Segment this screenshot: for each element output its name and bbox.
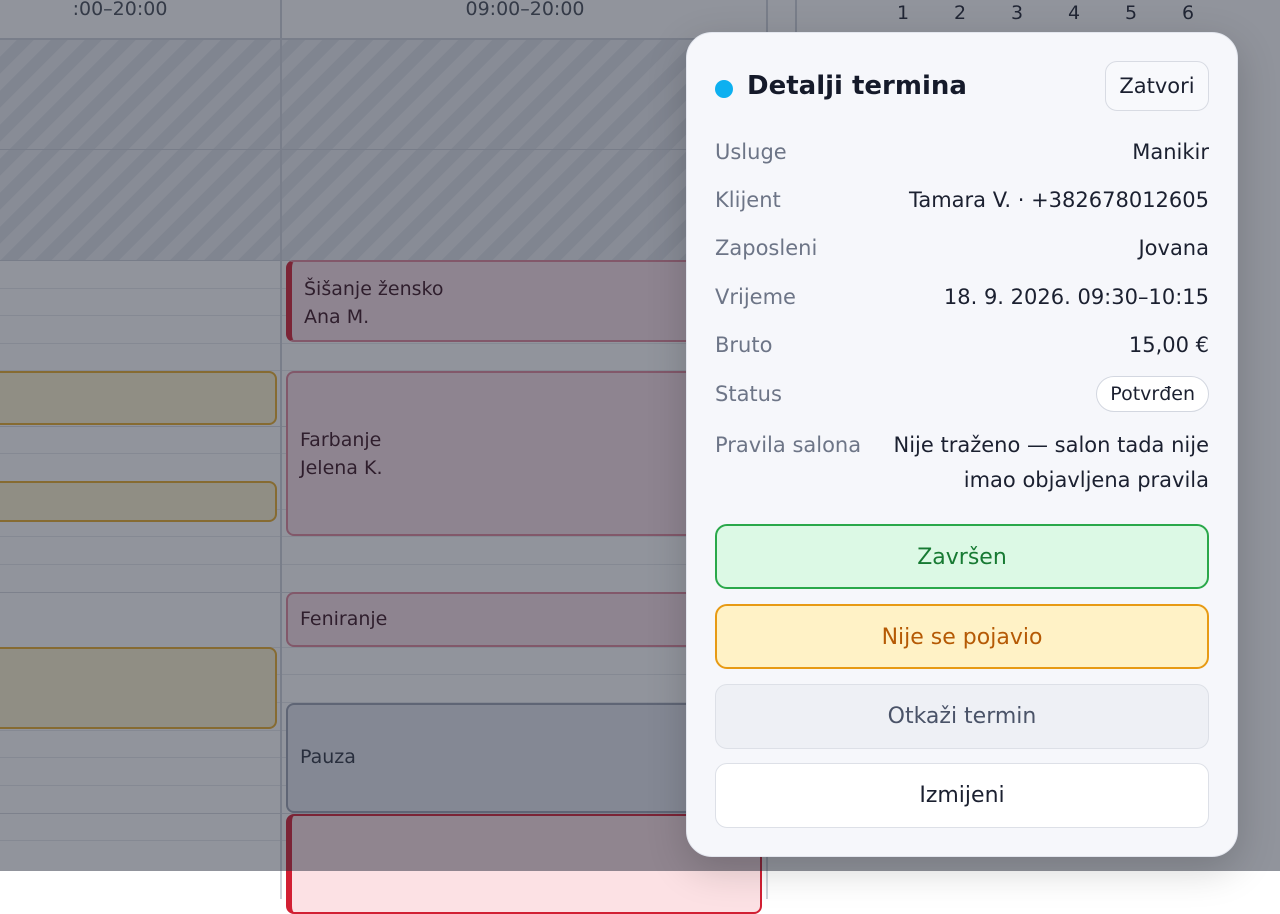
detail-row-rules: Pravila salona Nije traženo — salon tada…	[715, 428, 1209, 500]
mark-completed-button[interactable]: Završen	[715, 524, 1209, 589]
panel-title: Detalji termina	[747, 71, 967, 101]
detail-value: 15,00 €	[1128, 333, 1209, 357]
detail-label: Zaposleni	[715, 236, 818, 260]
detail-label: Klijent	[715, 188, 781, 212]
cancel-appointment-button[interactable]: Otkaži termin	[715, 684, 1209, 749]
status-badge: Potvrđen	[1096, 376, 1209, 412]
detail-label: Status	[715, 382, 782, 406]
detail-value: Manikir	[1132, 140, 1209, 164]
detail-label: Usluge	[715, 140, 787, 164]
detail-label: Vrijeme	[715, 285, 796, 309]
appointment-details-panel: Detalji termina Zatvori Usluge Manikir K…	[686, 32, 1238, 857]
detail-value: Tamara V. · +382678012605	[908, 188, 1209, 212]
edit-appointment-button[interactable]: Izmijeni	[715, 763, 1209, 828]
detail-value: Nije traženo — salon tada nije imao obja…	[893, 433, 1209, 492]
status-dot	[715, 80, 733, 98]
detail-value: 18. 9. 2026. 09:30–10:15	[943, 285, 1209, 309]
detail-label: Pravila salona	[715, 433, 862, 457]
mark-no-show-button[interactable]: Nije se pojavio	[715, 604, 1209, 669]
detail-value: Jovana	[1138, 236, 1209, 260]
close-button[interactable]: Zatvori	[1105, 61, 1209, 111]
detail-label: Bruto	[715, 333, 773, 357]
